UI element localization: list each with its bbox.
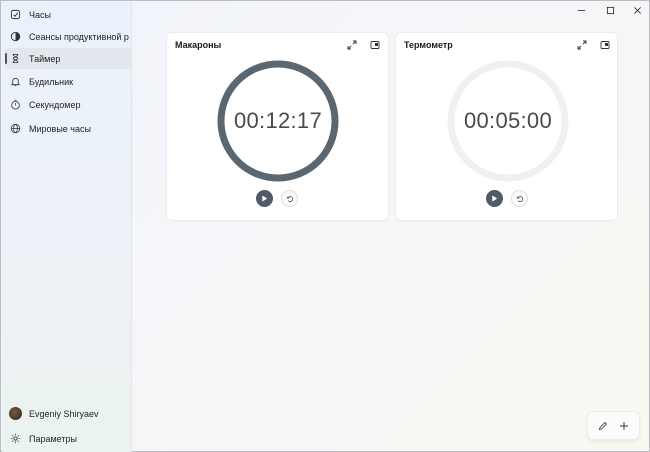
timer-name: Макароны — [175, 40, 222, 50]
nav-label: Часы — [29, 9, 51, 20]
focus-icon — [10, 31, 21, 42]
expand-icon — [347, 40, 357, 50]
nav-item-timer[interactable]: Таймер — [5, 48, 131, 69]
reset-button[interactable] — [281, 190, 298, 207]
navigation-sidebar: Часы Сеансы продуктивной р Таймер Будиль… — [2, 2, 132, 452]
stopwatch-icon — [10, 99, 21, 110]
picture-in-picture-icon — [600, 41, 610, 49]
nav-label: Таймер — [29, 53, 61, 64]
close-button[interactable] — [622, 1, 650, 19]
compact-overlay-button[interactable] — [368, 38, 382, 52]
expand-button[interactable] — [575, 38, 589, 52]
timer-actions-toolbar — [588, 412, 639, 439]
clock-app-window: Часы Сеансы продуктивной р Таймер Будиль… — [0, 0, 650, 452]
nav-item-world-clock[interactable]: Мировые часы — [5, 118, 131, 139]
reset-icon — [516, 195, 523, 202]
minimize-button[interactable] — [566, 1, 596, 19]
timer-name: Термометр — [404, 40, 453, 50]
nav-label: Будильник — [29, 76, 74, 87]
minimize-icon — [577, 9, 585, 11]
nav-item-focus-sessions[interactable]: Сеансы продуктивной р — [5, 26, 131, 47]
close-icon — [633, 6, 641, 14]
settings-button[interactable]: Параметры — [5, 428, 131, 449]
edit-timers-button[interactable] — [594, 417, 612, 435]
account-name: Evgeniy Shiryaev — [29, 408, 99, 419]
gear-icon — [10, 433, 21, 444]
maximize-button[interactable] — [595, 1, 625, 19]
timer-card[interactable]: Макароны 00:12:17 — [167, 33, 388, 220]
timer-progress-ring: 00:05:00 — [445, 58, 571, 184]
clock-icon — [10, 9, 21, 20]
bell-icon — [10, 76, 21, 87]
nav-item-stopwatch[interactable]: Секундомер — [5, 94, 131, 115]
nav-label: Параметры — [29, 433, 77, 444]
timer-time: 00:05:00 — [463, 108, 553, 133]
play-icon — [492, 195, 498, 202]
plus-icon — [620, 421, 629, 430]
play-button[interactable] — [486, 190, 503, 207]
play-icon — [262, 195, 268, 202]
compact-overlay-button[interactable] — [598, 38, 612, 52]
reset-button[interactable] — [511, 190, 528, 207]
nav-label: Мировые часы — [29, 123, 91, 134]
expand-icon — [577, 40, 587, 50]
reset-icon — [286, 195, 293, 202]
active-indicator — [5, 53, 7, 64]
nav-item-alarm[interactable]: Будильник — [5, 71, 131, 92]
nav-label: Сеансы продуктивной р — [29, 31, 129, 42]
avatar — [9, 407, 22, 420]
maximize-icon — [606, 6, 614, 14]
timer-progress-ring: 00:12:17 — [215, 58, 341, 184]
timer-card[interactable]: Термометр 00:05:00 — [396, 33, 617, 220]
nav-label: Секундомер — [29, 99, 81, 110]
hourglass-icon — [10, 53, 21, 64]
nav-item-clock[interactable]: Часы — [5, 4, 131, 25]
play-button[interactable] — [256, 190, 273, 207]
expand-button[interactable] — [345, 38, 359, 52]
pencil-icon — [598, 421, 607, 430]
timer-time: 00:12:17 — [233, 108, 323, 133]
globe-icon — [10, 123, 21, 134]
picture-in-picture-icon — [370, 41, 380, 49]
account-button[interactable]: Evgeniy Shiryaev — [5, 403, 131, 424]
add-timer-button[interactable] — [615, 417, 633, 435]
